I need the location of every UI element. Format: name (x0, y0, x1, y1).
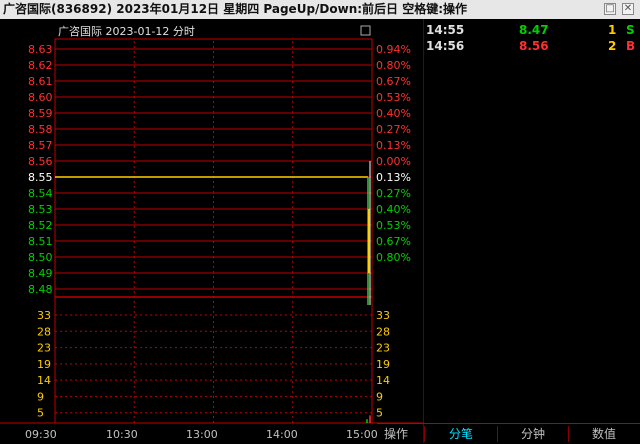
volume-label: 23 (37, 342, 51, 355)
tick-side: B (626, 39, 636, 53)
tick-time: 14:56 (426, 39, 465, 53)
volume-label: 33 (37, 309, 51, 322)
time-label: 15:00 (346, 428, 378, 441)
price-label: 8.50 (28, 251, 53, 264)
tick-time: 14:55 (426, 23, 465, 37)
price-label: 8.48 (28, 283, 53, 296)
close-icon[interactable]: ✕ (622, 3, 634, 15)
tick-row: 14:56 8.56 2 B (424, 38, 640, 54)
tick-price: 8.47 (519, 23, 549, 37)
price-label: 8.49 (28, 267, 53, 280)
tab-values[interactable]: 数值 (569, 424, 639, 444)
price-label: 8.60 (28, 91, 53, 104)
time-label: 10:30 (106, 428, 138, 441)
percent-label: 0.27% (376, 187, 411, 200)
percent-label: 0.40% (376, 107, 411, 120)
time-label: 14:00 (266, 428, 298, 441)
volume-label-right: 28 (376, 325, 390, 338)
percent-label: 0.80% (376, 59, 411, 72)
price-label: 8.56 (28, 155, 53, 168)
percent-label: 0.13% (376, 139, 411, 152)
chart-option-icon (360, 25, 371, 36)
volume-label-right: 5 (376, 407, 383, 420)
volume-label: 14 (37, 374, 51, 387)
percent-label: 0.67% (376, 75, 411, 88)
volume-label-right: 33 (376, 309, 390, 322)
percent-label: 0.67% (376, 235, 411, 248)
intraday-chart[interactable]: 广咨国际 2023-01-12 分时 8.63 8.62 8.61 8.60 8.59 8.… (0, 19, 424, 443)
tab-minutes[interactable]: 分钟 (498, 424, 568, 444)
time-label: 13:00 (186, 428, 218, 441)
percent-label: 0.13% (376, 171, 411, 184)
tab-ticks[interactable]: 分笔 (425, 424, 497, 444)
volume-label: 28 (37, 325, 51, 338)
chart-header: 广咨国际 2023-01-12 分时 (58, 24, 195, 38)
percent-label: 0.53% (376, 219, 411, 232)
price-label: 8.59 (28, 107, 53, 120)
price-label: 8.58 (28, 123, 53, 136)
price-label: 8.61 (28, 75, 53, 88)
volume-label: 5 (37, 407, 44, 420)
percent-label: 0.94% (376, 43, 411, 56)
price-label: 8.51 (28, 235, 53, 248)
chart-canvas: 广咨国际 2023-01-12 分时 8.63 8.62 8.61 8.60 8.59 8.… (0, 19, 424, 443)
percent-label: 0.00% (376, 155, 411, 168)
tick-price: 8.56 (519, 39, 549, 53)
percent-label: 0.27% (376, 123, 411, 136)
price-label: 8.57 (28, 139, 53, 152)
price-label: 8.52 (28, 219, 53, 232)
tick-side: S (626, 23, 635, 37)
volume-label-right: 23 (376, 342, 390, 355)
tab-operate[interactable]: 操作 (377, 424, 415, 444)
volume-label: 19 (37, 358, 51, 371)
restore-icon[interactable]: □ (604, 3, 616, 15)
tick-panel: 14:55 8.47 1 S 14:56 8.56 2 B (424, 19, 640, 443)
volume-label-right: 19 (376, 358, 390, 371)
volume-label-right: 9 (376, 390, 383, 403)
window-title: 广咨国际(836892) 2023年01月12日 星期四 PageUp/Down… (3, 2, 468, 16)
tick-row: 14:55 8.47 1 S (424, 22, 640, 38)
price-label: 8.54 (28, 187, 53, 200)
bottom-tabs: 操作 分笔 分钟 数值 (377, 423, 640, 444)
percent-label: 0.40% (376, 203, 411, 216)
tick-volume: 2 (608, 39, 617, 53)
volume-label: 9 (37, 390, 44, 403)
price-label: 8.55 (28, 171, 53, 184)
percent-label: 0.80% (376, 251, 411, 264)
price-label: 8.63 (28, 43, 53, 56)
price-label: 8.53 (28, 203, 53, 216)
volume-label-right: 14 (376, 374, 390, 387)
percent-label: 0.53% (376, 91, 411, 104)
time-label: 09:30 (25, 428, 57, 441)
title-bar: 广咨国际(836892) 2023年01月12日 星期四 PageUp/Down… (0, 0, 640, 19)
price-label: 8.62 (28, 59, 53, 72)
tick-volume: 1 (608, 23, 617, 37)
